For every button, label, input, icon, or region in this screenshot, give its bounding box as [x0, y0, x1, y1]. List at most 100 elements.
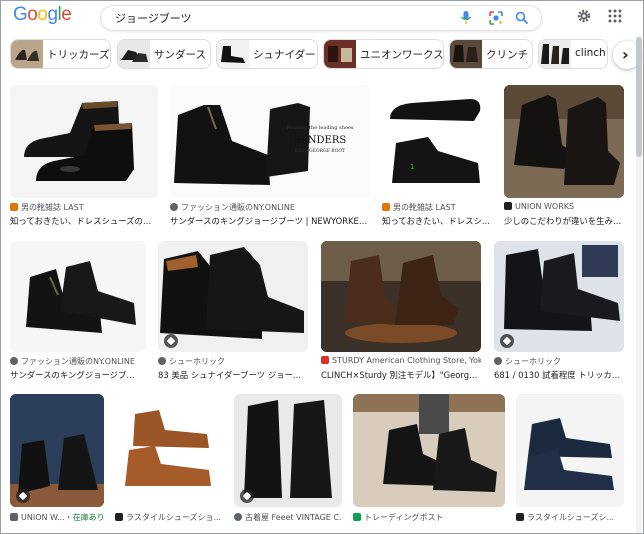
page-scrollbar[interactable] [636, 35, 642, 533]
result-source[interactable]: シューホリック [158, 356, 308, 367]
product-tag-icon [16, 489, 30, 503]
result-title[interactable]: サンダースのキングジョージブーツ | NEWYORKER M... [170, 215, 370, 227]
site-favicon [115, 513, 123, 521]
result-source[interactable]: 男の靴雑誌 LAST [10, 202, 158, 213]
result-tile[interactable]: シューホリック 681 / 0130 試着程度 トリッカー... [494, 241, 626, 385]
source-name: シューホリック [505, 357, 561, 366]
logo-letter: o [37, 4, 48, 25]
chip-thumbnail [11, 40, 43, 68]
gear-icon[interactable] [576, 8, 592, 24]
result-tile[interactable]: 男の靴雑誌 LAST 知っておきたい、ドレスシューズのス... [10, 85, 160, 231]
result-image[interactable] [504, 85, 624, 198]
chip-label: クリンチ [486, 49, 528, 61]
chip-label: サンダース [154, 49, 206, 61]
result-image[interactable]: Reading the leading shoes SANDERS KING G… [170, 85, 370, 198]
result-source[interactable]: UNION WORKS [504, 202, 624, 211]
site-favicon [516, 513, 524, 521]
result-image[interactable] [516, 394, 624, 507]
chip-label: clinch [575, 47, 606, 59]
result-tile[interactable]: ラスタイルシューズショ... [115, 394, 223, 529]
chip-label: ユニオンワークス [360, 49, 444, 61]
product-tag-icon [240, 489, 254, 503]
search-bar[interactable]: ジョージブーツ [100, 5, 542, 31]
google-lens-icon[interactable] [488, 10, 504, 26]
chip-schneider[interactable]: シュナイダー [216, 39, 318, 69]
result-source[interactable]: シューホリック [494, 356, 624, 367]
product-tag-icon [164, 334, 178, 348]
result-source[interactable]: STURDY American Clothing Store, Yoko... [321, 356, 481, 365]
result-source[interactable]: ファッション通販のNY.ONLINE [170, 202, 370, 213]
source-name: UNION W... [21, 513, 65, 522]
scrollbar-thumb[interactable] [636, 37, 642, 157]
chip-clinch[interactable]: clinch [538, 39, 608, 69]
chip-sanders[interactable]: サンダース [117, 39, 211, 69]
result-title[interactable]: 知っておきたい、ドレスシューズのス... [10, 215, 158, 227]
result-tile[interactable]: Reading the leading shoes SANDERS KING G… [170, 85, 372, 231]
result-image[interactable] [321, 241, 481, 352]
result-tile[interactable]: ファッション通販のNY.ONLINE サンダースのキングジョージブ... [10, 241, 148, 385]
related-search-chips: トリッカーズ サンダース シュナイダー ユニオンワークス クリンチ clinch [1, 39, 643, 75]
site-favicon [353, 513, 361, 521]
google-logo[interactable]: Google [13, 4, 72, 26]
result-title[interactable]: 83 美品 シュナイダーブーツ ジョージブ... [158, 369, 308, 381]
result-title[interactable]: 知っておきたい、ドレスシ... [382, 215, 492, 227]
result-title[interactable]: CLINCH×Sturdy 別注モデル】"George Boot... [321, 369, 481, 381]
result-tile[interactable]: シューホリック 83 美品 シュナイダーブーツ ジョージブ... [158, 241, 310, 385]
source-name: 古着屋 Feeet VINTAGE C... [245, 513, 342, 522]
svg-text:1: 1 [410, 163, 414, 171]
site-favicon [504, 202, 512, 210]
result-source[interactable]: ラスタイルシューズショ... [115, 512, 221, 523]
result-tile[interactable]: 1 男の靴雑誌 LAST 知っておきたい、ドレスシ... [382, 85, 494, 231]
svg-text:SANDERS: SANDERS [294, 135, 347, 146]
search-icon[interactable] [514, 10, 530, 26]
chip-union-works[interactable]: ユニオンワークス [323, 39, 444, 69]
result-source[interactable]: 男の靴雑誌 LAST [382, 202, 492, 213]
apps-grid-icon[interactable] [607, 8, 623, 24]
chip-trickers[interactable]: トリッカーズ [10, 39, 111, 69]
site-favicon [321, 356, 329, 364]
site-favicon [170, 203, 178, 211]
result-tile[interactable]: トレーディングポスト [353, 394, 507, 529]
result-image[interactable]: 1 [382, 85, 492, 198]
result-tile[interactable]: STURDY American Clothing Store, Yoko... … [321, 241, 483, 385]
result-tile[interactable]: ラスタイルシューズシ... [516, 394, 626, 529]
site-favicon [10, 203, 18, 211]
browser-viewport: Google ジョージブーツ トリッカーズ サンダース シュナイダー ユニオンワ… [0, 0, 644, 534]
site-favicon [158, 357, 166, 365]
result-image[interactable] [234, 394, 342, 507]
result-source[interactable]: トレーディングポスト [353, 512, 505, 523]
source-name: UNION WORKS [515, 202, 575, 211]
result-tile[interactable]: UNION WORKS 少しのこだわりが違いを生みま... [504, 85, 626, 231]
result-tile[interactable]: UNION W...・在庫あり [10, 394, 106, 529]
stock-status: ・在庫あり [64, 513, 105, 522]
chip-clinch-jp[interactable]: クリンチ [449, 39, 533, 69]
site-favicon [234, 513, 242, 521]
result-image[interactable] [158, 241, 308, 352]
site-favicon [382, 203, 390, 211]
search-input[interactable]: ジョージブーツ [115, 10, 192, 26]
result-image[interactable] [353, 394, 505, 507]
source-name: ラスタイルシューズショ... [126, 513, 221, 522]
chevron-right-icon: › [622, 45, 629, 64]
result-source[interactable]: ラスタイルシューズシ... [516, 512, 624, 523]
mic-icon[interactable] [460, 10, 472, 26]
logo-letter: e [61, 4, 72, 25]
result-image[interactable] [10, 241, 146, 352]
result-title[interactable]: サンダースのキングジョージブ... [10, 369, 146, 381]
site-favicon [10, 513, 18, 521]
result-image[interactable] [494, 241, 624, 352]
source-name: STURDY American Clothing Store, Yoko... [332, 356, 481, 365]
result-title[interactable]: 681 / 0130 試着程度 トリッカー... [494, 369, 624, 381]
header: Google ジョージブーツ [1, 1, 643, 35]
result-source[interactable]: ファッション通販のNY.ONLINE [10, 356, 146, 367]
result-image[interactable] [115, 394, 221, 507]
chip-label: トリッカーズ [47, 49, 110, 61]
result-title[interactable]: 少しのこだわりが違いを生みま... [504, 215, 624, 227]
result-image[interactable] [10, 85, 158, 198]
result-image[interactable] [10, 394, 104, 507]
product-tag-icon [500, 334, 514, 348]
result-tile[interactable]: 古着屋 Feeet VINTAGE C... [234, 394, 344, 529]
result-source[interactable]: UNION W...・在庫あり [10, 512, 106, 523]
site-favicon [494, 357, 502, 365]
result-source[interactable]: 古着屋 Feeet VINTAGE C... [234, 512, 342, 523]
